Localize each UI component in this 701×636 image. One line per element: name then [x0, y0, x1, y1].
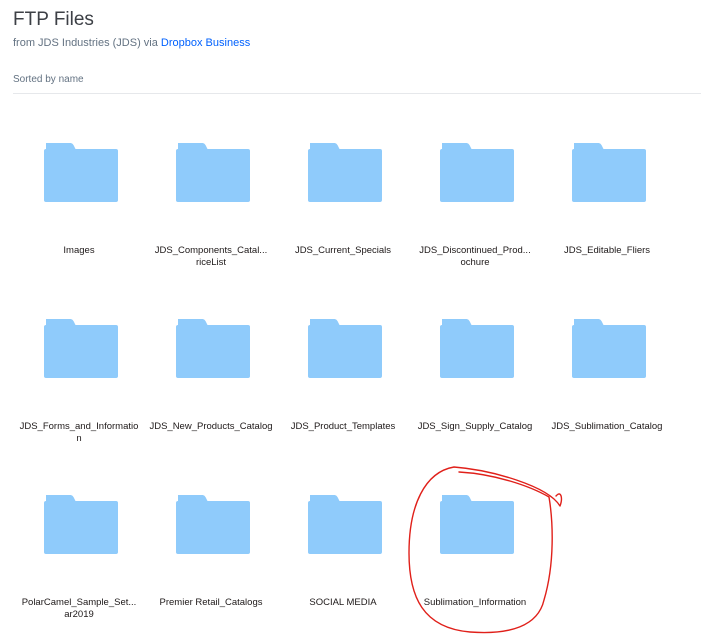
folder-tile[interactable]: Images: [13, 100, 145, 270]
folder-tile[interactable]: SOCIAL MEDIA: [277, 452, 409, 622]
folder-icon: [176, 319, 250, 378]
folder-name: Images: [63, 245, 95, 256]
folder-icon: [440, 319, 514, 378]
folder-name: PolarCamel_Sample_Set... ar2019: [21, 597, 137, 620]
dropbox-business-link[interactable]: Dropbox Business: [161, 37, 250, 49]
folder-tile[interactable]: JDS_Components_Catal... riceList: [145, 100, 277, 270]
folder-name: JDS_Editable_Fliers: [563, 245, 651, 256]
folder-tile[interactable]: JDS_Sign_Supply_Catalog: [409, 276, 541, 446]
folder-name: JDS_Product_Templates: [290, 421, 396, 432]
subtitle: from JDS Industries (JDS) via Dropbox Bu…: [13, 36, 250, 50]
folder-name: JDS_New_Products_Catalog: [149, 421, 273, 432]
folder-tile[interactable]: JDS_New_Products_Catalog: [145, 276, 277, 446]
folder-name: SOCIAL MEDIA: [309, 597, 377, 608]
folder-tile[interactable]: JDS_Discontinued_Prod... ochure: [409, 100, 541, 270]
folder-tile[interactable]: JDS_Editable_Fliers: [541, 100, 673, 270]
folder-tile[interactable]: Premier Retail_Catalogs: [145, 452, 277, 622]
folder-tile[interactable]: PolarCamel_Sample_Set... ar2019: [13, 452, 145, 622]
folder-icon: [572, 319, 646, 378]
folder-icon: [44, 319, 118, 378]
page-title: FTP Files: [13, 9, 94, 30]
folder-icon: [572, 143, 646, 202]
folder-tile[interactable]: JDS_Sublimation_Catalog: [541, 276, 673, 446]
folder-icon: [308, 495, 382, 554]
folder-name: JDS_Current_Specials: [294, 245, 392, 256]
folder-tile[interactable]: JDS_Current_Specials: [277, 100, 409, 270]
sort-label[interactable]: Sorted by name: [13, 73, 84, 86]
divider: [13, 93, 701, 94]
folder-name: JDS_Sublimation_Catalog: [551, 421, 663, 432]
folder-icon: [176, 143, 250, 202]
folder-name: Premier Retail_Catalogs: [159, 597, 263, 608]
subtitle-text: from JDS Industries (JDS) via: [13, 37, 161, 49]
folder-tile[interactable]: Sublimation_Information: [409, 452, 541, 622]
folder-tile[interactable]: JDS_Product_Templates: [277, 276, 409, 446]
folder-icon: [44, 495, 118, 554]
folder-icon: [308, 319, 382, 378]
folder-name: Sublimation_Information: [423, 597, 527, 608]
folder-icon: [44, 143, 118, 202]
folder-name: JDS_Forms_and_Informatio n: [19, 421, 139, 444]
folder-icon: [308, 143, 382, 202]
folder-name: JDS_Discontinued_Prod... ochure: [419, 245, 531, 268]
folder-icon: [176, 495, 250, 554]
folder-grid: Images JDS_Components_Catal... riceList JD…: [13, 100, 673, 636]
folder-icon: [440, 495, 514, 554]
folder-tile[interactable]: JDS_Forms_and_Informatio n: [13, 276, 145, 446]
folder-name: JDS_Components_Catal... riceList: [154, 245, 268, 268]
folder-icon: [440, 143, 514, 202]
folder-name: JDS_Sign_Supply_Catalog: [417, 421, 533, 432]
